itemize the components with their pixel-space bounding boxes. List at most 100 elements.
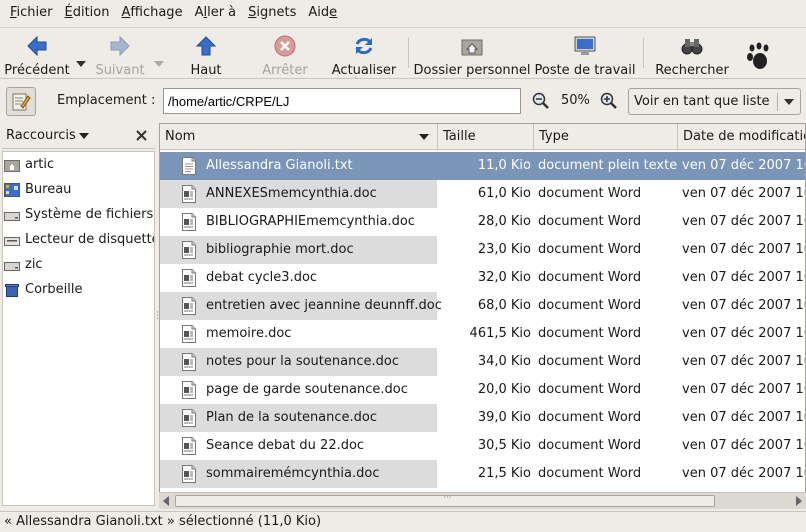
column-header-date[interactable]: Date de modification [678, 124, 805, 150]
forward-button[interactable]: Suivant [88, 28, 152, 78]
table-row[interactable]: page de garde soutenance.doc 20,0 Kio docu… [160, 376, 806, 404]
menu-mnemonic: e [329, 5, 338, 20]
zoom-in-button[interactable] [600, 92, 618, 114]
menu-text: Aid [308, 5, 330, 20]
forward-history-dropdown[interactable] [152, 28, 166, 78]
sidebar-item-corbeille[interactable]: Corbeille [3, 277, 154, 302]
reload-button[interactable]: Actualiser [324, 28, 404, 78]
reload-label: Actualiser [331, 63, 397, 78]
file-type: document Word [538, 382, 642, 397]
word-document-icon [181, 185, 197, 207]
close-icon[interactable] [136, 130, 147, 141]
file-date: ven 07 déc 2007 16 [682, 410, 806, 425]
menu-text: ichier [16, 5, 53, 20]
table-row[interactable]: BIBLIOGRAPHIEmemcynthia.doc 28,0 Kio docum… [160, 208, 805, 236]
back-button[interactable]: Précédent [0, 28, 74, 78]
sidebar-item-lecteur-de-disquette[interactable]: Lecteur de disquette [3, 227, 154, 252]
menu-text: ffichage [130, 5, 183, 20]
file-list: Nom Taille Type Date de modification All… [159, 123, 806, 509]
home-button[interactable]: Dossier personnel [413, 28, 531, 78]
table-row[interactable]: bibliographie mort.doc 23,0 Kio document W… [160, 236, 806, 264]
table-row[interactable]: sommairemémcynthia.doc 21,5 Kio document W… [160, 460, 805, 488]
file-size: 461,5 Kio [469, 326, 531, 341]
file-size: 39,0 Kio [477, 410, 531, 425]
file-date: ven 07 déc 2007 16 [682, 438, 806, 453]
word-document-icon [181, 297, 197, 319]
sidebar-item-artic[interactable]: artic [3, 152, 154, 177]
sidebar-item-zic[interactable]: zic [3, 252, 154, 277]
table-row[interactable]: Seance debat du 22.doc 30,5 Kio document W… [160, 432, 806, 460]
toolbar-separator [408, 38, 409, 68]
gnome-foot-logo [736, 28, 780, 78]
sidebar-item-label: artic [25, 157, 55, 172]
back-history-dropdown[interactable] [74, 28, 88, 78]
zoom-out-button[interactable] [532, 92, 550, 114]
column-header-name[interactable]: Nom [160, 124, 438, 150]
file-size: 34,0 Kio [477, 354, 531, 369]
up-button[interactable]: Haut [166, 28, 246, 78]
file-type: document Word [538, 214, 642, 229]
sidebar-title-dropdown[interactable]: Raccourcis [6, 128, 89, 143]
table-row[interactable]: memoire.doc 461,5 Kio document Word ven 07 … [160, 320, 805, 348]
desktop-icon [4, 182, 25, 197]
menu-item-0[interactable]: Fichier [4, 0, 59, 26]
word-document-icon [181, 437, 197, 459]
search-label: Rechercher [655, 63, 729, 78]
zoom-out-icon [532, 92, 549, 109]
forward-label: Suivant [95, 63, 145, 78]
file-name: entretien avec jeannine deunnff.doc [206, 298, 442, 313]
sidebar-item-label: Corbeille [25, 282, 83, 297]
menu-item-3[interactable]: Aller à [189, 0, 243, 26]
back-arrow-icon [25, 34, 49, 58]
column-header-size[interactable]: Taille [438, 124, 534, 150]
status-bar: « Allessandra Gianoli.txt » sélectionné … [0, 511, 806, 532]
horizontal-scrollbar[interactable]: ··· [159, 492, 806, 509]
word-document-icon [181, 381, 197, 403]
sidebar: Raccourcis artic Bureau Système de fichier… [2, 123, 155, 506]
file-date: ven 07 déc 2007 16 [682, 382, 806, 397]
search-button[interactable]: Rechercher [648, 28, 736, 78]
back-label: Précédent [4, 63, 70, 78]
desktop-button[interactable]: Poste de travail [531, 28, 639, 78]
sidebar-title: Raccourcis [6, 128, 76, 143]
drive-icon [4, 208, 25, 222]
scroll-left-icon[interactable] [163, 496, 169, 506]
table-row[interactable]: Plan de la soutenance.doc 39,0 Kio documen… [160, 404, 806, 432]
table-row[interactable]: notes pour la soutenance.doc 34,0 Kio docu… [160, 348, 805, 376]
menu-item-4[interactable]: Signets [242, 0, 302, 26]
stop-button[interactable]: Arrêter [246, 28, 324, 78]
file-type: document Word [538, 326, 642, 341]
zoom-level[interactable]: 50% [561, 93, 590, 108]
file-date: ven 07 déc 2007 16 [682, 186, 806, 201]
file-size: 28,0 Kio [477, 214, 531, 229]
up-label: Haut [190, 63, 222, 78]
file-date: ven 07 déc 2007 16 [682, 270, 806, 285]
file-date: ven 07 déc 2007 16 [682, 298, 806, 313]
column-header-type[interactable]: Type [534, 124, 678, 150]
menu-text: ler à [207, 5, 237, 20]
table-row[interactable]: ANNEXESmemcynthia.doc 61,0 Kio document Wo… [160, 180, 806, 208]
scroll-right-icon[interactable] [796, 496, 802, 506]
menu-item-1[interactable]: Édition [59, 0, 116, 26]
menu-text: dition [72, 5, 110, 20]
view-as-select[interactable]: Voir en tant que liste [628, 88, 801, 115]
table-row[interactable]: Allessandra Gianoli.txt 11,0 Kio document … [160, 152, 805, 180]
forward-arrow-icon [108, 34, 132, 58]
location-toggle-button[interactable] [6, 87, 36, 116]
table-row[interactable]: debat cycle3.doc 32,0 Kio document Word ven… [160, 264, 806, 292]
file-name: page de garde soutenance.doc [206, 382, 408, 397]
sidebar-item-syst-me-de-fichiers[interactable]: Système de fichiers [3, 202, 154, 227]
location-input[interactable] [163, 88, 521, 114]
toolbar: Précédent Suivant Haut Arrêter Actualise… [0, 27, 806, 79]
table-row[interactable]: entretien avec jeannine deunnff.doc 68,0 … [160, 292, 806, 320]
sidebar-item-bureau[interactable]: Bureau [3, 177, 154, 202]
stop-label: Arrêter [262, 63, 308, 78]
menu-item-5[interactable]: Aide [302, 0, 343, 26]
menu-bar: Fichier Édition Affichage Aller à Signets Aid… [0, 0, 806, 26]
binoculars-icon [680, 34, 704, 58]
gnome-foot-icon [747, 42, 769, 69]
file-type: document Word [538, 242, 642, 257]
file-name: notes pour la soutenance.doc [206, 354, 399, 369]
file-date: ven 07 déc 2007 16 [682, 242, 806, 257]
menu-item-2[interactable]: Affichage [115, 0, 188, 26]
